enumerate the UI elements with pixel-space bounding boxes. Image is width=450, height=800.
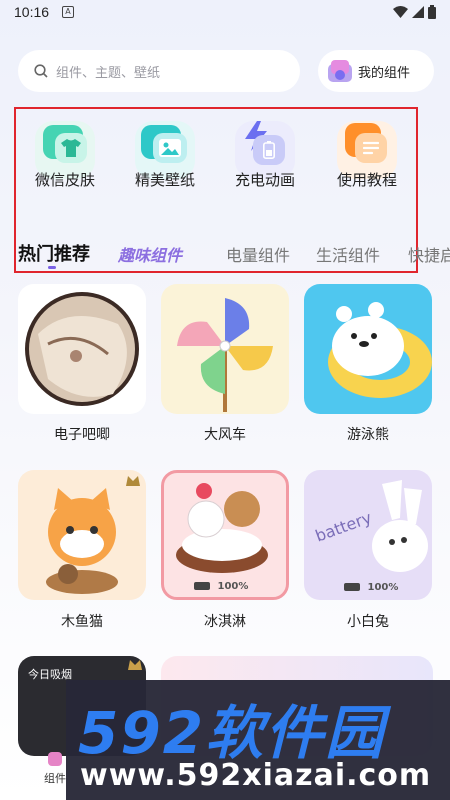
status-time: 10:16 xyxy=(14,4,50,20)
battery-icon xyxy=(428,5,436,19)
widget-label: 电子吧唧 xyxy=(54,427,110,443)
signal-icon xyxy=(412,6,424,18)
my-widgets-icon xyxy=(328,60,352,82)
widget-card-windmill[interactable] xyxy=(161,284,289,414)
battery-readout: 100% xyxy=(194,581,248,592)
widget-card-swim-bear[interactable] xyxy=(304,284,432,414)
rabbit-art-text: battery xyxy=(313,508,374,546)
badge-art xyxy=(25,292,139,406)
bottom-nav-widgets[interactable]: 组件 xyxy=(44,770,66,786)
widget-card-ice-cream[interactable]: 100% xyxy=(161,470,289,600)
category-label: 精美壁纸 xyxy=(134,171,195,189)
watermark-url: www.592xiazai.com xyxy=(80,758,432,793)
widget-card-white-rabbit[interactable]: battery 100% xyxy=(304,470,432,600)
status-icons xyxy=(393,5,436,19)
widget-label: 木鱼猫 xyxy=(61,614,103,630)
category-label: 微信皮肤 xyxy=(34,171,95,189)
widget-label: 大风车 xyxy=(204,427,246,443)
notification-icon: A xyxy=(62,6,74,18)
widget-label: 游泳熊 xyxy=(347,427,389,443)
tab-life[interactable]: 生活组件 xyxy=(316,242,380,266)
search-icon xyxy=(34,64,48,78)
tab-battery[interactable]: 电量组件 xyxy=(226,242,290,266)
tab-bar: 热门推荐 趣味组件 电量组件 生活组件 快捷启 xyxy=(0,236,450,276)
battery-readout: 100% xyxy=(344,582,398,593)
windmill-art xyxy=(177,298,273,412)
my-widgets-label: 我的组件 xyxy=(358,65,411,81)
wifi-icon xyxy=(393,6,408,18)
widget-card-wooden-fish-cat[interactable] xyxy=(18,470,146,600)
search-input[interactable]: 组件、主题、壁纸 xyxy=(18,50,300,92)
watermark: 592软件园 www.592xiazai.com xyxy=(66,680,450,800)
ice-cream-art xyxy=(176,483,268,573)
rabbit-art: battery xyxy=(313,480,428,572)
tab-indicator xyxy=(48,266,56,269)
tab-hot[interactable]: 热门推荐 xyxy=(18,240,90,266)
search-placeholder: 组件、主题、壁纸 xyxy=(56,65,161,81)
widget-label: 小白兔 xyxy=(347,614,389,630)
crown-icon xyxy=(126,476,140,486)
status-bar: 10:16 A xyxy=(0,0,450,26)
swim-bear-art xyxy=(328,302,432,398)
widget-card-badge[interactable] xyxy=(18,284,146,414)
category-label: 充电动画 xyxy=(234,171,295,189)
tab-fun[interactable]: 趣味组件 xyxy=(118,242,182,266)
widget-label: 冰淇淋 xyxy=(204,614,246,630)
crown-icon xyxy=(128,660,142,670)
category-label: 使用教程 xyxy=(336,171,397,189)
my-widgets-button[interactable]: 我的组件 xyxy=(318,50,434,92)
bottom-nav-widgets-icon xyxy=(48,752,62,766)
tab-shortcut[interactable]: 快捷启 xyxy=(408,242,450,266)
cat-art xyxy=(46,488,118,594)
